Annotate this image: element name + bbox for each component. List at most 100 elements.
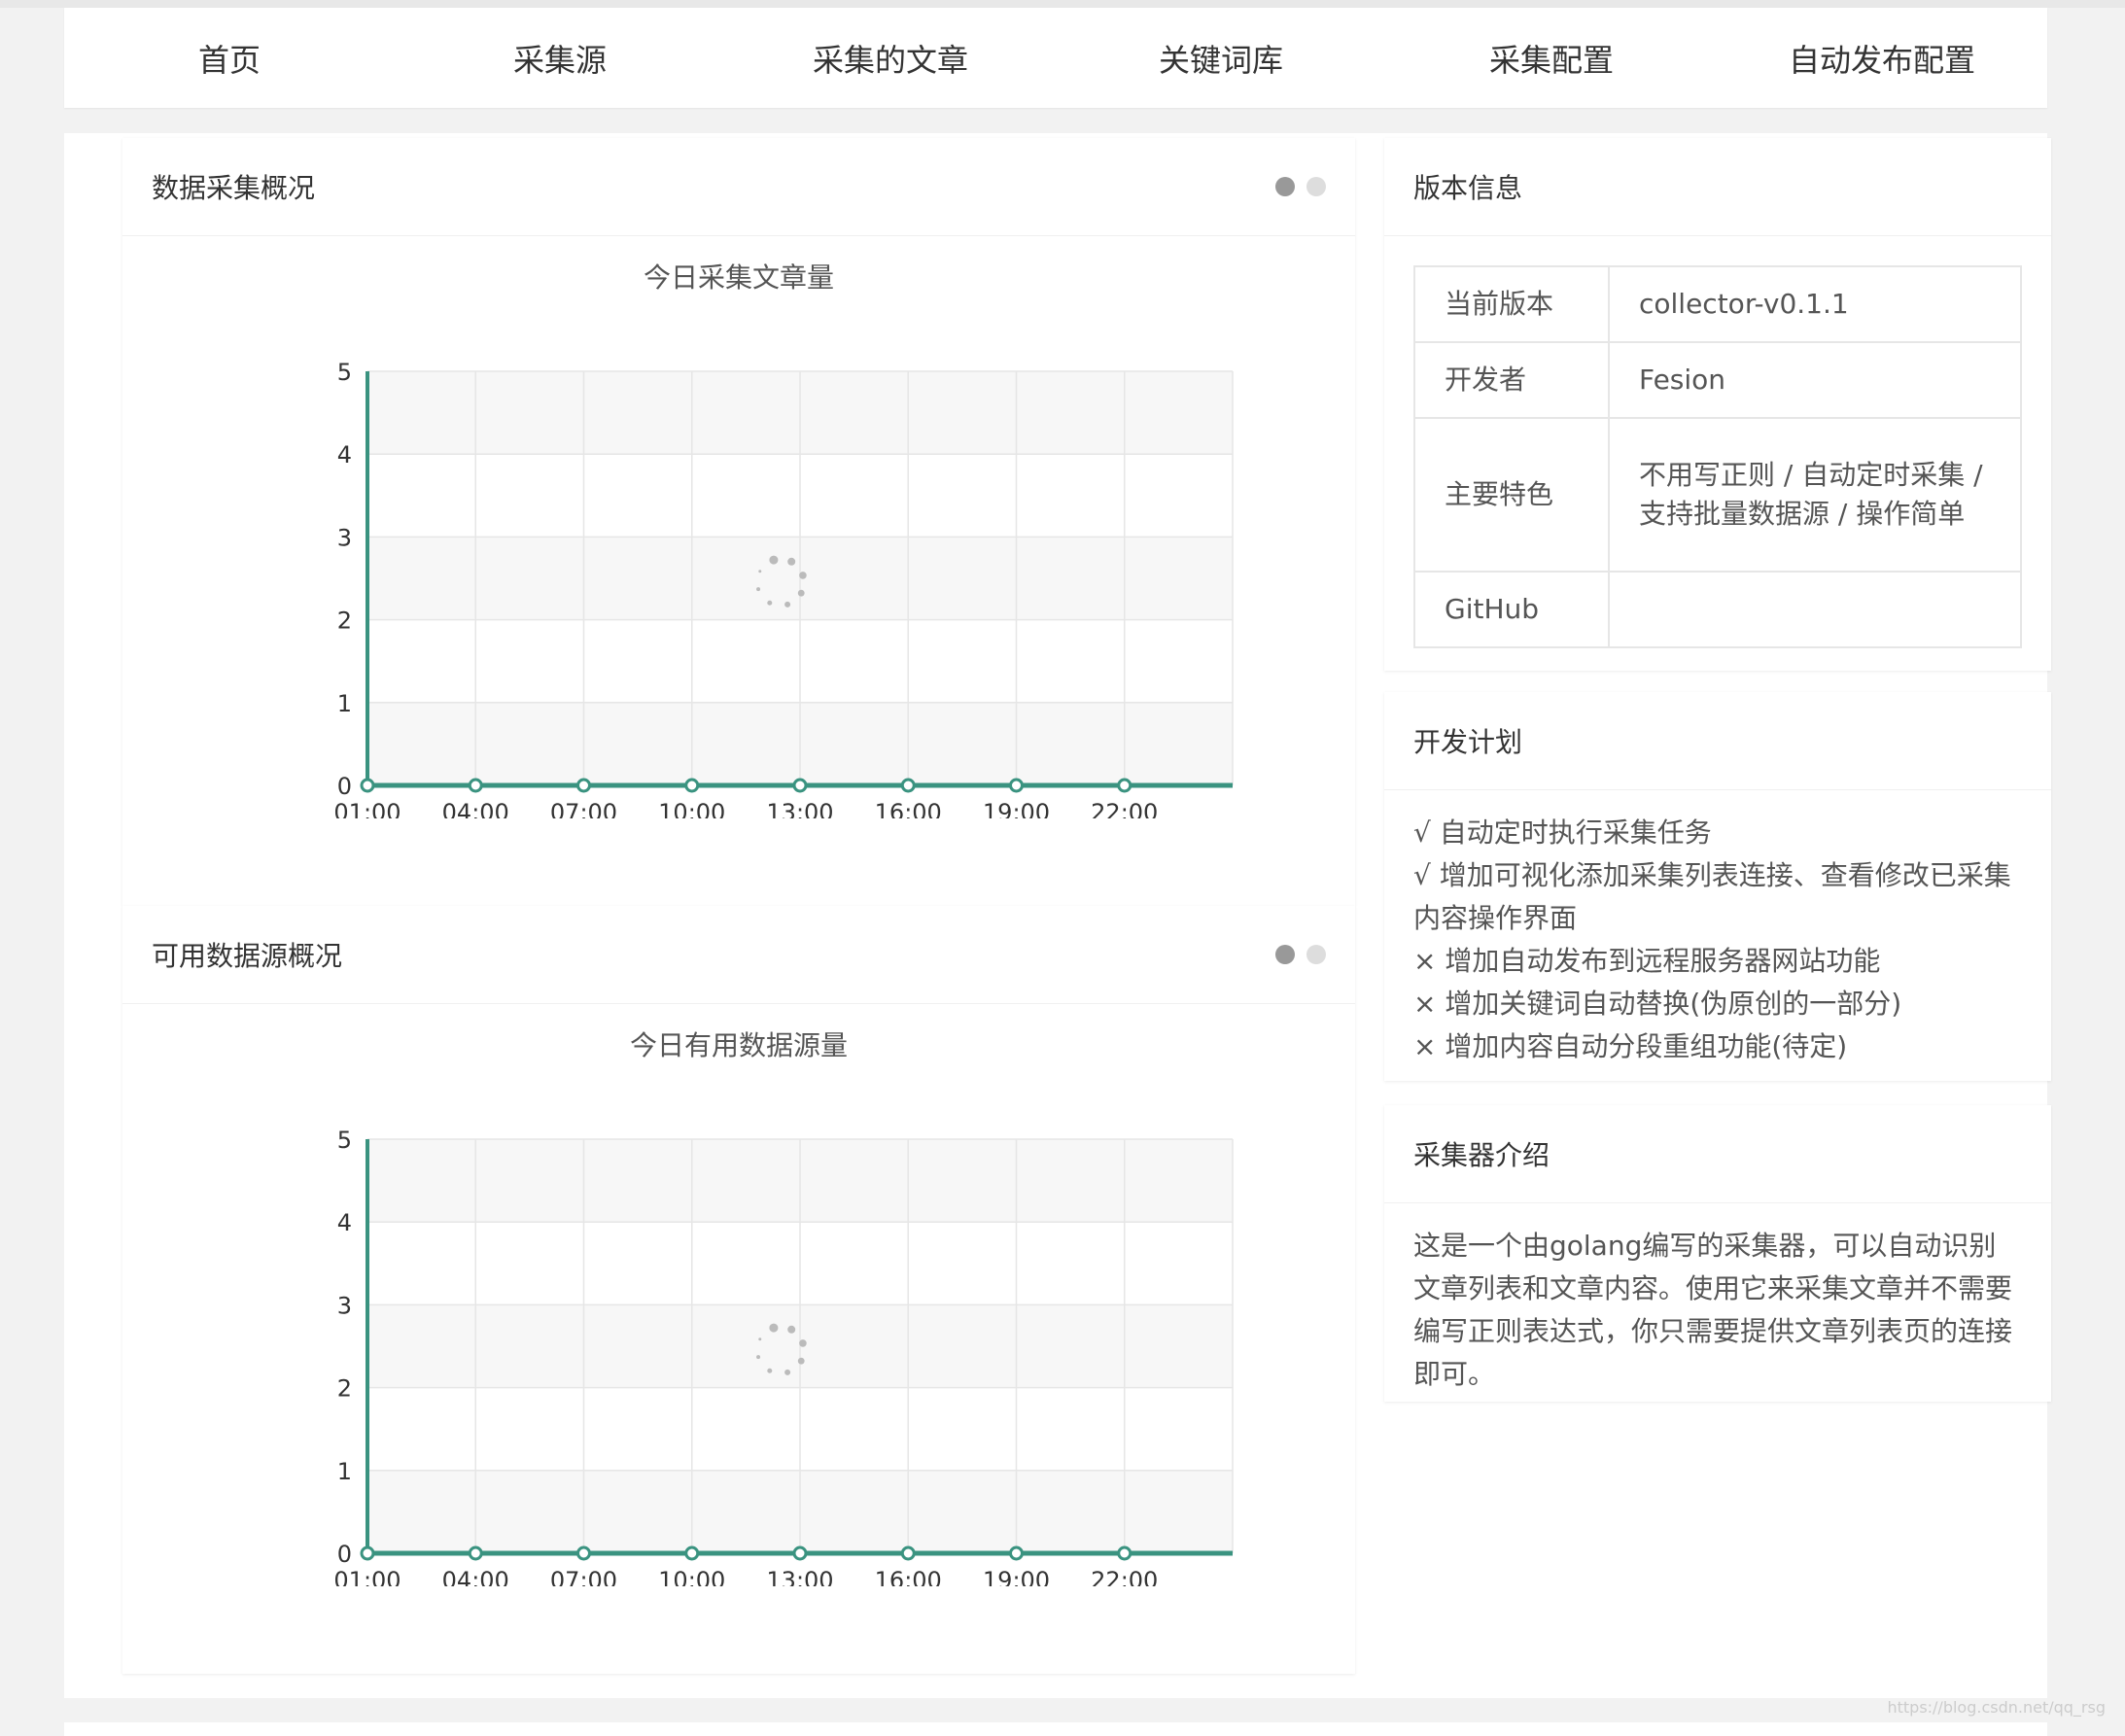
data-point xyxy=(576,778,591,793)
main-content: 数据采集概况 今日采集文章量 0 1 2 3 4 5 01:00 04:00 07:00 10:0… xyxy=(64,133,2051,1698)
plan-panel: 开发计划 √ 自动定时执行采集任务 √ 增加可视化添加采集列表连接、查看修改已采… xyxy=(1384,692,2051,1081)
spinner-dot xyxy=(799,1339,807,1347)
y-tick-label: 2 xyxy=(337,608,352,635)
version-table: 当前版本 collector-v0.1.1 开发者 Fesion 主要特色 不用… xyxy=(1413,265,2022,648)
collect-overview-panel: 数据采集概况 今日采集文章量 0 1 2 3 4 5 01:00 04:00 07:00 10:0… xyxy=(122,138,1355,906)
collect-panel-title: 数据采集概况 xyxy=(152,172,316,204)
collect-chart-title: 今日采集文章量 xyxy=(643,261,834,294)
x-tick-label: 07:00 xyxy=(550,799,617,818)
spinner-dot xyxy=(769,555,779,565)
x-tick-label: 19:00 xyxy=(983,799,1050,818)
x-tick-label: 07:00 xyxy=(550,1567,617,1586)
x-tick-label: 22:00 xyxy=(1091,799,1158,818)
spinner-dot xyxy=(787,557,796,566)
y-tick-label: 5 xyxy=(337,359,352,386)
x-tick-label: 01:00 xyxy=(333,1567,401,1586)
x-tick-label: 04:00 xyxy=(442,1567,509,1586)
data-point xyxy=(1009,1545,1024,1561)
intro-panel: 采集器介绍 这是一个由golang编写的采集器，可以自动识别文章列表和文章内容。… xyxy=(1384,1105,2051,1402)
y-tick-label: 5 xyxy=(337,1127,352,1154)
row-key: 当前版本 xyxy=(1413,265,1610,343)
data-point xyxy=(468,778,483,793)
x-tick-label: 16:00 xyxy=(875,799,942,818)
nav-collect-config[interactable]: 采集配置 xyxy=(1386,8,1717,108)
carousel-dot-2[interactable] xyxy=(1306,945,1326,964)
nav-articles[interactable]: 采集的文章 xyxy=(725,8,1056,108)
x-tick-label: 13:00 xyxy=(766,799,833,818)
spinner-dot xyxy=(784,601,791,608)
data-point xyxy=(900,778,916,793)
x-tick-label: 10:00 xyxy=(658,1567,725,1586)
y-tick-label: 1 xyxy=(337,1458,352,1485)
carousel-dot-1[interactable] xyxy=(1275,177,1295,196)
row-value: collector-v0.1.1 xyxy=(1608,265,2022,343)
spinner-dot xyxy=(787,1325,796,1334)
data-point xyxy=(684,778,700,793)
list-item: × 增加内容自动分段重组功能(待定) xyxy=(1413,1030,1848,1062)
y-tick-label: 0 xyxy=(337,773,352,800)
watermark: https://blog.csdn.net/qq_rsg xyxy=(1887,1698,2106,1717)
x-tick-label: 22:00 xyxy=(1091,1567,1158,1586)
data-point xyxy=(684,1545,700,1561)
carousel-dot-1[interactable] xyxy=(1275,945,1295,964)
row-key: 开发者 xyxy=(1413,341,1610,419)
y-tick-label: 0 xyxy=(337,1541,352,1568)
spinner-dot xyxy=(758,570,762,573)
y-tick-label: 4 xyxy=(337,1209,352,1236)
spinner-dot xyxy=(767,1368,773,1373)
data-point xyxy=(900,1545,916,1561)
github-link[interactable] xyxy=(1608,571,2022,648)
data-point xyxy=(1117,778,1132,793)
spinner-dot xyxy=(756,587,761,592)
intro-text: 这是一个由golang编写的采集器，可以自动识别文章列表和文章内容。使用它来采集… xyxy=(1413,1230,2013,1390)
spinner-dot xyxy=(767,600,773,606)
x-tick-label: 19:00 xyxy=(983,1567,1050,1586)
version-panel-title: 版本信息 xyxy=(1384,138,2051,236)
data-point xyxy=(468,1545,483,1561)
list-item: × 增加自动发布到远程服务器网站功能 xyxy=(1413,945,1881,977)
nav-keywords[interactable]: 关键词库 xyxy=(1056,8,1386,108)
row-value: 不用写正则 / 自动定时采集 / 支持批量数据源 / 操作简单 xyxy=(1608,417,2022,573)
y-tick-label: 1 xyxy=(337,690,352,717)
y-tick-label: 2 xyxy=(337,1375,352,1403)
nav-sources[interactable]: 采集源 xyxy=(395,8,725,108)
version-panel: 版本信息 当前版本 collector-v0.1.1 开发者 Fesion 主要… xyxy=(1384,138,2051,671)
data-point xyxy=(360,778,375,793)
x-tick-label: 13:00 xyxy=(766,1567,833,1586)
nav-home[interactable]: 首页 xyxy=(64,8,395,108)
plan-panel-title: 开发计划 xyxy=(1384,692,2051,790)
sources-overview-panel: 可用数据源概况 今日有用数据源量 0 1 2 3 4 5 01:00 04:00 07:00 10… xyxy=(122,906,1355,1674)
spinner-dot xyxy=(769,1323,779,1333)
data-point xyxy=(792,778,808,793)
row-key: 主要特色 xyxy=(1413,417,1610,573)
carousel-dot-2[interactable] xyxy=(1306,177,1326,196)
y-tick-label: 4 xyxy=(337,441,352,469)
sources-chart-title: 今日有用数据源量 xyxy=(629,1029,848,1061)
data-point xyxy=(360,1545,375,1561)
data-point xyxy=(576,1545,591,1561)
row-value: Fesion xyxy=(1608,341,2022,419)
spinner-dot xyxy=(758,1337,762,1341)
data-point xyxy=(1117,1545,1132,1561)
data-point xyxy=(792,1545,808,1561)
data-point xyxy=(1009,778,1024,793)
spinner-dot xyxy=(799,572,807,579)
table-row: GitHub xyxy=(1413,571,2022,648)
x-tick-label: 10:00 xyxy=(658,799,725,818)
intro-panel-title: 采集器介绍 xyxy=(1384,1105,2051,1203)
table-row: 当前版本 collector-v0.1.1 xyxy=(1413,265,2022,343)
x-tick-label: 01:00 xyxy=(333,799,401,818)
x-tick-label: 04:00 xyxy=(442,799,509,818)
spinner-dot xyxy=(784,1369,791,1375)
list-item: × 增加关键词自动替换(伪原创的一部分) xyxy=(1413,988,1902,1020)
table-row: 主要特色 不用写正则 / 自动定时采集 / 支持批量数据源 / 操作简单 xyxy=(1413,417,2022,573)
top-nav: 首页 采集源 采集的文章 关键词库 采集配置 自动发布配置 xyxy=(64,8,2047,108)
sources-panel-title: 可用数据源概况 xyxy=(152,940,343,972)
carousel-dots xyxy=(1275,177,1326,196)
table-row: 开发者 Fesion xyxy=(1413,341,2022,419)
collect-line-chart: 0 1 2 3 4 5 01:00 04:00 07:00 10:00 13:00 16:00 19:0… xyxy=(333,359,1234,818)
footer-strip xyxy=(64,1722,2047,1736)
sources-line-chart: 0 1 2 3 4 5 01:00 04:00 07:00 10:00 13:00 16:00 19:0… xyxy=(333,1127,1234,1586)
nav-publish-config[interactable]: 自动发布配置 xyxy=(1717,8,2047,108)
top-border xyxy=(0,0,2125,8)
